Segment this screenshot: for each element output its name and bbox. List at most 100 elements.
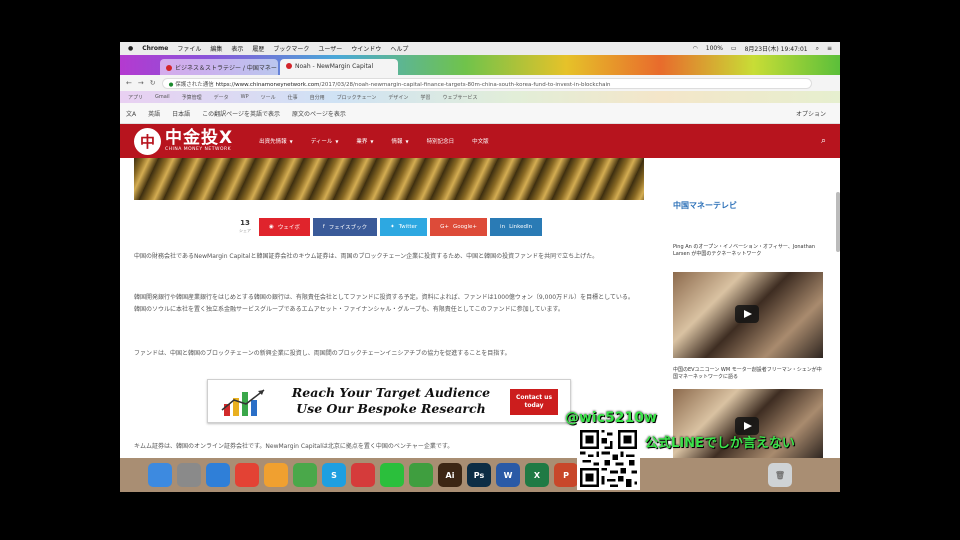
- skype-icon[interactable]: S: [322, 463, 346, 487]
- menubar-file[interactable]: ファイル: [177, 44, 201, 53]
- photoshop-icon[interactable]: Ps: [467, 463, 491, 487]
- powerpoint-icon[interactable]: P: [554, 463, 578, 487]
- bookmark-item[interactable]: ブロックチェーン: [337, 94, 377, 101]
- play-icon[interactable]: [735, 305, 759, 323]
- tab-favicon: [286, 63, 292, 69]
- bookmark-item[interactable]: Gmail: [155, 94, 170, 100]
- url-input[interactable]: ● 保護された通信 https://www.chinamoneynetwork.…: [161, 77, 812, 89]
- share-weibo-button[interactable]: ◉ ウェイボ: [259, 218, 310, 236]
- wifi-icon[interactable]: ◠: [693, 45, 698, 52]
- menubar-clock[interactable]: 8月23日(木) 19:47:01: [745, 44, 808, 53]
- share-twitter-button[interactable]: ✦ Twitter: [380, 218, 428, 236]
- address-bar-row: ← → ↻ ● 保護された通信 https://www.chinamoneyne…: [120, 75, 840, 91]
- menubar-window[interactable]: ウインドウ: [351, 44, 381, 53]
- translate-bar: 文A 英語 日本語 この翻訳ページを英語で表示 原文のページを表示 オプション: [120, 103, 840, 124]
- bookmark-item[interactable]: 仕事: [288, 94, 298, 101]
- lock-icon: ●: [168, 81, 174, 88]
- nav-item-label: 業界: [356, 139, 368, 145]
- menubar-history[interactable]: 履歴: [252, 44, 264, 53]
- evernote-icon[interactable]: [409, 463, 433, 487]
- finder-icon[interactable]: [148, 463, 172, 487]
- chevron-down-icon: ▼: [335, 139, 339, 144]
- video-title[interactable]: Ping An のオープン・イノベーション・オフィサー、Jonathan Lar…: [673, 244, 823, 258]
- menu-list-icon[interactable]: ≡: [827, 45, 832, 52]
- bookmark-item[interactable]: 学習: [420, 94, 430, 101]
- tab-1[interactable]: ビジネス＆ストラテジー / 中国マネー: [160, 59, 278, 75]
- line-icon[interactable]: [380, 463, 404, 487]
- translate-english-button[interactable]: この翻訳ページを英語で表示: [202, 109, 280, 118]
- tab-strip: ビジネス＆ストラテジー / 中国マネー Noah - NewMargin Cap…: [120, 55, 840, 75]
- overlay-handle-text: @wic5210w: [565, 410, 657, 426]
- bookmark-item[interactable]: ウェブサービス: [442, 94, 477, 101]
- site-nav: 出資先情報 ▼ ディール ▼ 業界 ▼ 情報 ▼ 特別記念日 中文版: [259, 137, 489, 145]
- ad-chart-graphic: [221, 389, 265, 416]
- menubar-bookmarks[interactable]: ブックマーク: [273, 44, 309, 53]
- video-title[interactable]: 中国のEVユニコーン WM モーター創設者フリーマン・シェンが中国マネーネットワ…: [673, 367, 823, 381]
- article-paragraph: 韓国開発銀行や韓国産業銀行をはじめとする韓国の銀行は、有限責任会社としてファンド…: [134, 294, 634, 313]
- nav-item[interactable]: 中文版: [472, 137, 489, 145]
- linkedin-icon: in: [500, 224, 506, 230]
- bookmark-item[interactable]: デザイン: [388, 94, 408, 101]
- translate-page-lang[interactable]: 日本語: [172, 109, 190, 118]
- search-icon[interactable]: ⌕: [821, 136, 826, 146]
- nav-item-label: 出資先情報: [259, 139, 287, 145]
- share-googleplus-button[interactable]: G+ Google+: [430, 218, 488, 236]
- menubar-user[interactable]: ユーザー: [318, 44, 342, 53]
- launchpad-icon[interactable]: [177, 463, 201, 487]
- illustrator-icon[interactable]: Ai: [438, 463, 462, 487]
- chrome-icon[interactable]: [235, 463, 259, 487]
- spotlight-icon[interactable]: ⌕: [816, 45, 819, 53]
- url-host: https://www.chinamoneynetwork.com: [215, 81, 320, 88]
- menubar-app[interactable]: Chrome: [142, 45, 168, 52]
- article-paragraph: キムム証券は、韓国のオンライン証券会社です。NewMargin Capitalは…: [134, 443, 454, 450]
- back-arrow-icon[interactable]: ←: [126, 79, 132, 87]
- article-paragraph: 中国の財務会社であるNewMargin Capitalと韓国証券会社のキウム証券…: [134, 253, 599, 260]
- facebook-icon: f: [322, 224, 325, 230]
- maps-icon[interactable]: [293, 463, 317, 487]
- photos-icon[interactable]: [264, 463, 288, 487]
- apple-icon[interactable]: ●: [128, 45, 133, 52]
- menubar-edit[interactable]: 編集: [210, 44, 222, 53]
- scrobbler-icon[interactable]: [351, 463, 375, 487]
- translate-detected-lang[interactable]: 英語: [148, 109, 160, 118]
- excel-icon[interactable]: X: [525, 463, 549, 487]
- twitter-icon: ✦: [390, 224, 395, 230]
- mac-menubar: ● Chrome ファイル 編集 表示 履歴 ブックマーク ユーザー ウインドウ…: [120, 42, 840, 55]
- translate-icon: 文A: [126, 110, 137, 118]
- forward-arrow-icon[interactable]: →: [138, 79, 144, 87]
- word-icon[interactable]: W: [496, 463, 520, 487]
- hero-image: [134, 158, 644, 200]
- nav-item[interactable]: 出資先情報 ▼: [259, 137, 293, 145]
- sidebar-title[interactable]: 中国マネーテレビ: [673, 200, 737, 211]
- bookmark-item[interactable]: WP: [241, 94, 249, 100]
- tab-2[interactable]: Noah - NewMargin Capital: [280, 59, 398, 75]
- bookmark-item[interactable]: 予算管理: [182, 94, 202, 101]
- reload-icon[interactable]: ↻: [150, 79, 156, 87]
- bookmark-item[interactable]: アプリ: [128, 94, 143, 101]
- menubar-view[interactable]: 表示: [231, 44, 243, 53]
- site-logo[interactable]: 中 中金投X CHINA MONEY NETWORK: [134, 127, 233, 155]
- nav-item[interactable]: 特別記念日: [427, 137, 455, 145]
- share-count-label: シェア: [239, 228, 251, 233]
- nav-item[interactable]: ディール ▼: [311, 137, 339, 145]
- mac-dock: S Ai Ps W X P 🗑: [120, 458, 840, 492]
- trash-icon[interactable]: 🗑: [768, 463, 792, 487]
- menubar-help[interactable]: ヘルプ: [390, 44, 408, 53]
- share-count-value: 13: [240, 219, 250, 227]
- page-scrollbar[interactable]: [836, 192, 840, 252]
- ad-contact-button[interactable]: Contact us today: [510, 389, 558, 415]
- bookmark-item[interactable]: 自分用: [310, 94, 325, 101]
- share-facebook-button[interactable]: f フェイスブック: [312, 218, 378, 236]
- bookmark-item[interactable]: データ: [214, 94, 229, 101]
- nav-item[interactable]: 情報 ▼: [392, 137, 409, 145]
- translate-options[interactable]: オプション: [796, 109, 840, 118]
- battery-level[interactable]: 100%: [706, 45, 723, 52]
- nav-item[interactable]: 業界 ▼: [356, 137, 373, 145]
- share-linkedin-button[interactable]: in LinkedIn: [490, 218, 543, 236]
- video-thumbnail[interactable]: [673, 272, 823, 358]
- ad-banner[interactable]: Reach Your Target Audience Use Our Bespo…: [207, 379, 571, 423]
- translate-original-button[interactable]: 原文のページを表示: [292, 109, 346, 118]
- googleplus-icon: G+: [440, 224, 450, 230]
- bookmark-item[interactable]: ツール: [261, 94, 276, 101]
- safari-icon[interactable]: [206, 463, 230, 487]
